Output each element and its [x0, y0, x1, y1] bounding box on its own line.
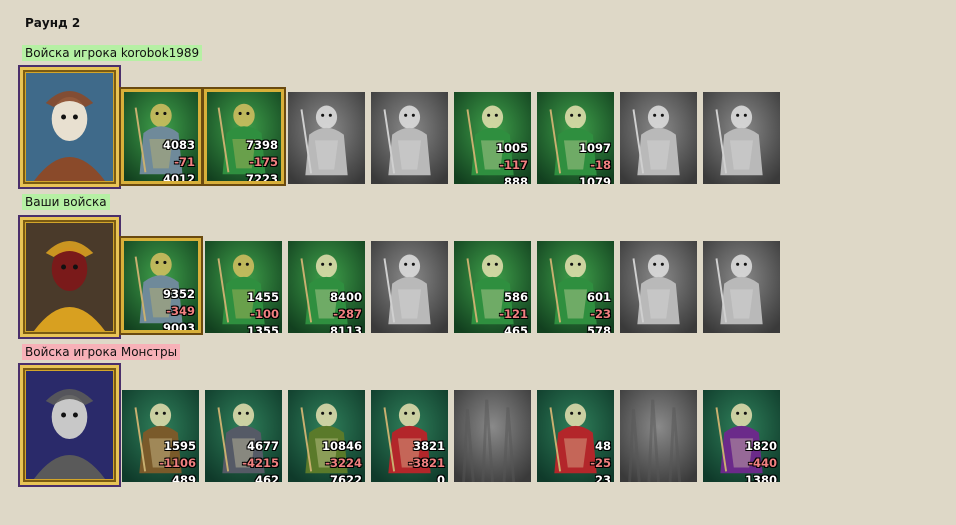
unit-loss-count: -349 [166, 304, 195, 318]
unit-slot[interactable]: 586 -121 465 [454, 241, 531, 333]
unit-slot[interactable] [620, 241, 697, 333]
unit-start-count: 1455 [246, 290, 279, 304]
unit-slot[interactable]: 7398 -175 7223 [202, 87, 286, 186]
unit-slot[interactable]: 601 -23 578 [537, 241, 614, 333]
unit-loss-count: -1106 [159, 456, 196, 470]
unit-slot[interactable]: 1820 -440 1380 [703, 390, 780, 482]
unit-start-count: 48 [594, 439, 611, 453]
unit-slot[interactable] [620, 390, 697, 482]
empty-slot-icon [454, 390, 531, 482]
unit-slot[interactable] [288, 92, 365, 184]
unit-start-count: 10846 [321, 439, 362, 453]
unit-slot[interactable] [703, 92, 780, 184]
unit-start-count: 4677 [246, 439, 279, 453]
army-label: Войска игрока korobok1989 [22, 45, 203, 61]
unit-loss-count: -71 [174, 155, 195, 169]
knight-icon [288, 92, 365, 184]
unit-start-count: 8400 [329, 290, 362, 304]
dwarf-axeman-icon [124, 241, 198, 330]
unit-slot[interactable]: 1097 -18 1079 [537, 92, 614, 184]
unit-start-count: 1005 [495, 141, 528, 155]
unit-end-count: 1380 [744, 473, 777, 483]
unit-start-count: 7398 [245, 138, 278, 152]
unit-end-count: 23 [594, 473, 611, 483]
unit-end-count: 1355 [246, 324, 279, 334]
griffin-icon [371, 241, 448, 333]
dwarf-axeman-icon [124, 92, 198, 181]
hero-portrait [26, 223, 113, 331]
unit-slot[interactable] [620, 92, 697, 184]
unit-slot[interactable]: 10846 -3224 7622 [288, 390, 365, 482]
monster-lord-portrait[interactable] [18, 363, 121, 487]
griffin-icon [371, 92, 448, 184]
hooded-monk-icon [620, 92, 697, 184]
unit-start-count: 586 [503, 290, 528, 304]
unit-end-count: 8113 [329, 324, 362, 334]
army-label: Ваши войска [22, 194, 110, 210]
hero-portrait [26, 73, 113, 181]
unit-end-count: 578 [586, 324, 611, 334]
cavalier-hero-portrait[interactable] [18, 215, 121, 339]
unit-loss-count: -121 [499, 307, 528, 321]
unit-slot[interactable]: 8400 -287 8113 [288, 241, 365, 333]
unit-start-count: 4083 [162, 138, 195, 152]
unit-end-count: 1079 [578, 175, 611, 185]
unit-end-count: 4012 [162, 172, 195, 184]
stone-golem-icon [703, 92, 780, 184]
unit-start-count: 3821 [412, 439, 445, 453]
unit-start-count: 1595 [163, 439, 196, 453]
unit-loss-count: -175 [249, 155, 278, 169]
unit-end-count: 465 [503, 324, 528, 334]
unit-slot[interactable]: 3821 -3821 0 [371, 390, 448, 482]
hooded-monk-icon [620, 241, 697, 333]
unit-loss-count: -287 [333, 307, 362, 321]
unit-end-count: 888 [503, 175, 528, 185]
stone-golem-icon [703, 241, 780, 333]
unit-slot[interactable]: 4083 -71 4012 [119, 87, 203, 186]
unit-end-count: 0 [436, 473, 445, 483]
army-label: Войска игрока Монстры [22, 344, 181, 360]
unit-start-count: 1097 [578, 141, 611, 155]
unit-slot[interactable] [371, 241, 448, 333]
unit-loss-count: -18 [590, 158, 611, 172]
unit-slot[interactable] [454, 390, 531, 482]
unit-start-count: 1820 [744, 439, 777, 453]
unit-loss-count: -4215 [242, 456, 279, 470]
hero-portrait [26, 371, 113, 479]
elf-spearman-icon [207, 92, 281, 181]
unit-slot[interactable] [703, 241, 780, 333]
unit-end-count: 9003 [162, 321, 195, 333]
round-title: Раунд 2 [25, 16, 81, 30]
unit-loss-count: -3821 [408, 456, 445, 470]
bull-skull-hero-portrait[interactable] [18, 65, 121, 189]
unit-slot[interactable]: 48 -25 23 [537, 390, 614, 482]
unit-loss-count: -3224 [325, 456, 362, 470]
unit-start-count: 9352 [162, 287, 195, 301]
unit-loss-count: -25 [590, 456, 611, 470]
empty-slot-icon [620, 390, 697, 482]
unit-end-count: 7223 [245, 172, 278, 184]
unit-loss-count: -117 [499, 158, 528, 172]
unit-loss-count: -100 [250, 307, 279, 321]
unit-loss-count: -23 [590, 307, 611, 321]
unit-slot[interactable]: 1005 -117 888 [454, 92, 531, 184]
unit-slot[interactable]: 9352 -349 9003 [119, 236, 203, 335]
unit-slot[interactable] [371, 92, 448, 184]
unit-end-count: 489 [171, 473, 196, 483]
unit-slot[interactable]: 1455 -100 1355 [205, 241, 282, 333]
unit-slot[interactable]: 4677 -4215 462 [205, 390, 282, 482]
unit-end-count: 462 [254, 473, 279, 483]
unit-start-count: 601 [586, 290, 611, 304]
unit-end-count: 7622 [329, 473, 362, 483]
unit-loss-count: -440 [748, 456, 777, 470]
unit-slot[interactable]: 1595 -1106 489 [122, 390, 199, 482]
